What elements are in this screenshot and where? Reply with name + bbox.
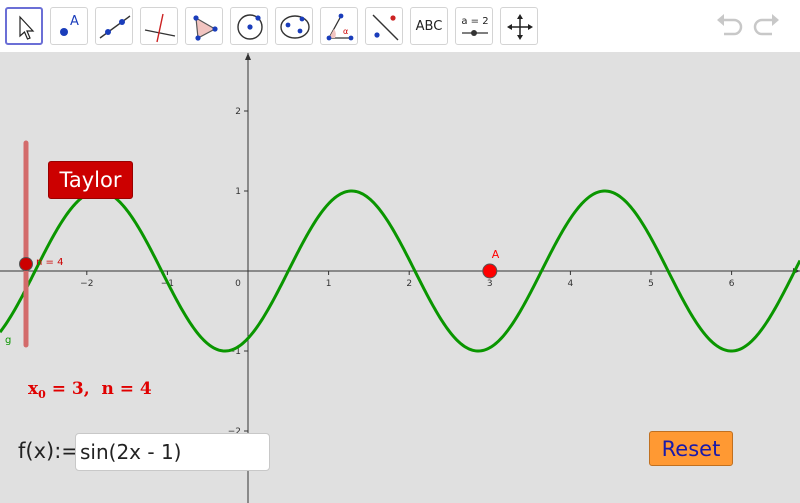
x0-subscript: 0 [38,388,46,401]
n-value: n = 4 [101,379,152,399]
move-graphics-view-tool[interactable] [500,7,538,45]
text-icon: ABC [415,18,443,34]
perpendicular-line-tool[interactable] [140,7,178,45]
x-tick-label: 0 [235,279,241,289]
perpendicular-line-icon [144,13,176,43]
slider-tool-label: a = 2 [461,16,488,27]
reset-button[interactable]: Reset [649,431,733,466]
reflect-icon [372,14,399,41]
y-tick-label: 2 [235,107,241,117]
ellipse-icon [280,15,310,39]
arrow-cursor-icon [19,15,35,40]
point-a[interactable] [482,263,498,279]
point-icon: A [60,14,79,36]
circle-icon [237,14,263,40]
slider-knob[interactable] [19,257,33,271]
x-tick-label: 1 [326,279,332,289]
toolbar: A α ABC a = 2 [0,0,800,53]
function-input-label: f(x):= [18,439,79,463]
slider-label: n = 4 [36,257,63,268]
taylor-button[interactable]: Taylor [48,161,133,199]
x-tick-label: 6 [729,279,735,289]
y-axis-ticks: 21−1−2 [228,107,248,437]
x0-value: = 3, [45,379,102,399]
x0-symbol: x [28,379,39,399]
line-tool[interactable] [95,7,133,45]
text-tool[interactable]: ABC [410,7,448,45]
conic-tool[interactable] [275,7,313,45]
undo-icon [717,14,743,36]
slider-icon: a = 2 [461,16,489,36]
move-graphics-view-icon [507,14,533,40]
slider-tool[interactable]: a = 2 [455,7,493,45]
x-tick-label: 4 [568,279,574,289]
point-a-label: A [492,248,500,261]
function-label: g [5,335,11,346]
polygon-tool[interactable] [185,7,223,45]
x-tick-label: −2 [80,279,93,289]
graphics-view[interactable]: −2 −1 0 1 2 3 4 5 6 2 1 −1 −2 g n = 4 A Taylor x0 =… [0,53,800,503]
status-text: x0 = 3, n = 4 [28,379,152,401]
point-tool[interactable]: A [50,7,88,45]
line-icon [99,15,131,39]
angle-icon: α [326,13,354,41]
redo-icon [753,14,779,36]
angle-tool[interactable]: α [320,7,358,45]
undo-button[interactable] [714,12,744,40]
polygon-icon [193,15,218,41]
x-tick-label: 2 [406,279,412,289]
x-tick-label: 5 [648,279,654,289]
y-tick-label: 1 [235,187,241,197]
move-tool[interactable] [5,7,43,45]
y-axis-arrow [245,53,251,60]
reflect-tool[interactable] [365,7,403,45]
redo-button[interactable] [752,12,782,40]
x-tick-label: 3 [487,279,493,289]
point-tool-label: A [70,14,79,29]
x-axis-ticks: −2 −1 0 1 2 3 4 5 6 [80,271,735,289]
circle-center-tool[interactable] [230,7,268,45]
angle-tool-label: α [343,27,348,36]
function-input[interactable] [75,433,270,471]
